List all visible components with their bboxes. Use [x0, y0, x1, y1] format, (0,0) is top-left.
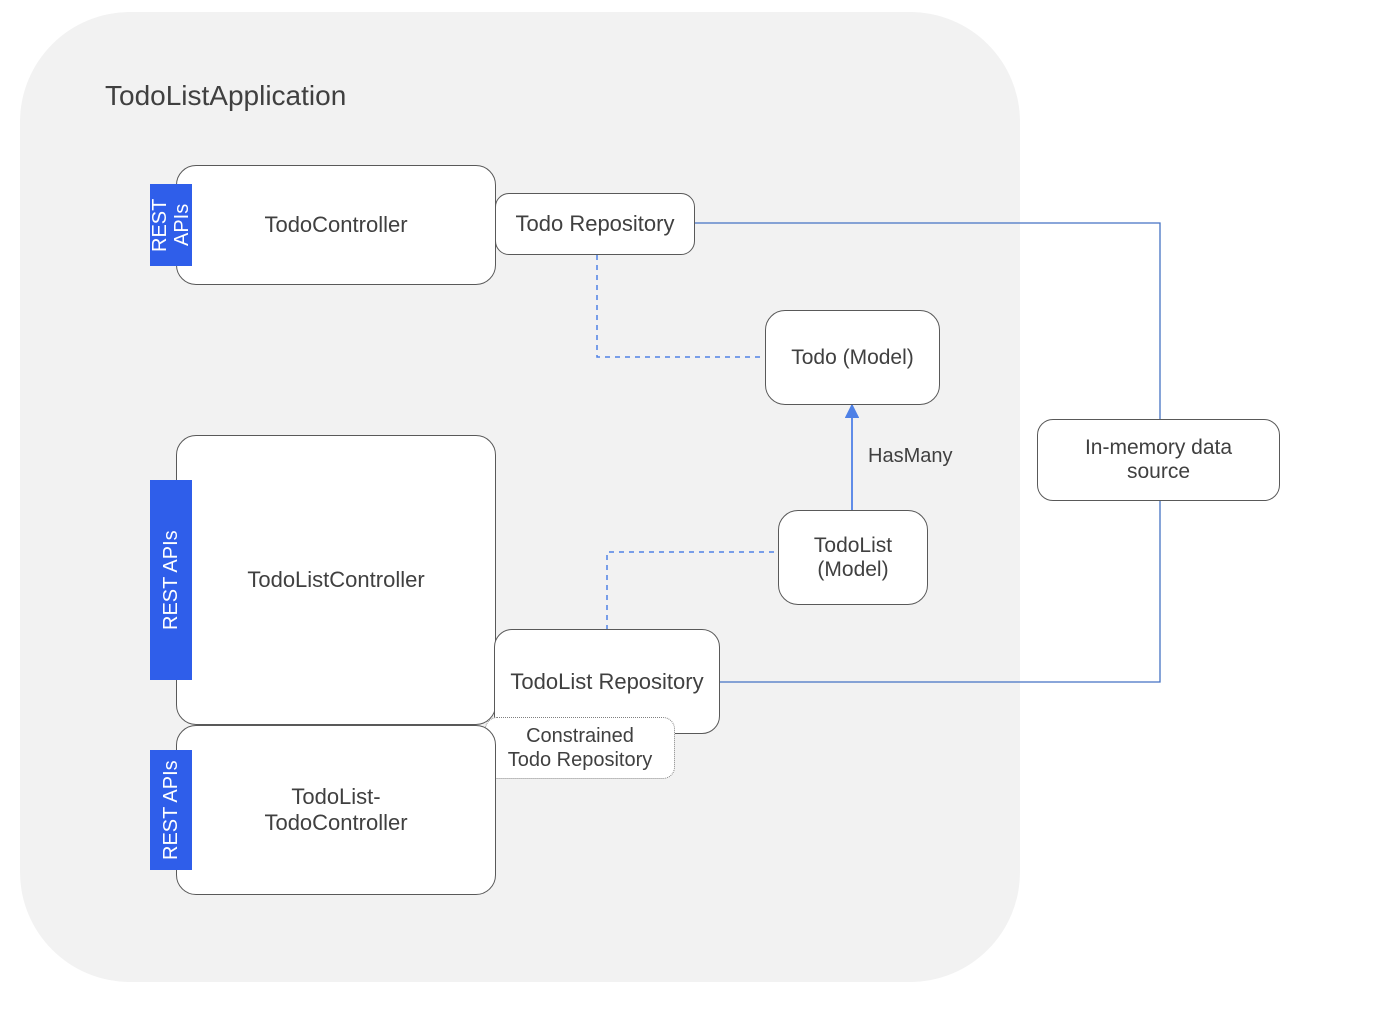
label-todo-controller: TodoController — [264, 212, 407, 238]
badge-rest-apis-3-label: REST APIs — [160, 760, 182, 860]
application-title: TodoListApplication — [105, 80, 346, 112]
box-constrained-todo-repository: Constrained Todo Repository — [485, 717, 675, 779]
label-todo-model: Todo (Model) — [791, 346, 914, 370]
box-in-memory-data-source: In-memory data source — [1037, 419, 1280, 501]
label-constrained-todo-repository: Constrained Todo Repository — [508, 724, 653, 772]
label-todolist-model: TodoList (Model) — [814, 534, 892, 582]
box-todolist-todo-controller: TodoList- TodoController — [176, 725, 496, 895]
badge-rest-apis-3: REST APIs — [150, 750, 192, 870]
box-todo-controller: TodoController — [176, 165, 496, 285]
label-hasmany: HasMany — [868, 445, 952, 468]
badge-rest-apis-2: REST APIs — [150, 480, 192, 680]
label-todolist-todo-controller: TodoList- TodoController — [264, 784, 407, 836]
box-todolist-model: TodoList (Model) — [778, 510, 928, 605]
label-todolist-controller: TodoListController — [247, 567, 424, 593]
label-in-memory-data-source: In-memory data source — [1085, 436, 1232, 484]
label-todolist-repository: TodoList Repository — [510, 669, 703, 695]
badge-rest-apis-1: REST APIs — [150, 184, 192, 266]
badge-rest-apis-2-label: REST APIs — [160, 530, 182, 630]
diagram-canvas: TodoListApplication TodoController REST … — [0, 0, 1394, 1010]
badge-rest-apis-1-label: REST APIs — [149, 198, 193, 251]
box-todolist-controller: TodoListController — [176, 435, 496, 725]
box-todo-model: Todo (Model) — [765, 310, 940, 405]
label-todo-repository: Todo Repository — [516, 211, 675, 237]
box-todo-repository: Todo Repository — [495, 193, 695, 255]
